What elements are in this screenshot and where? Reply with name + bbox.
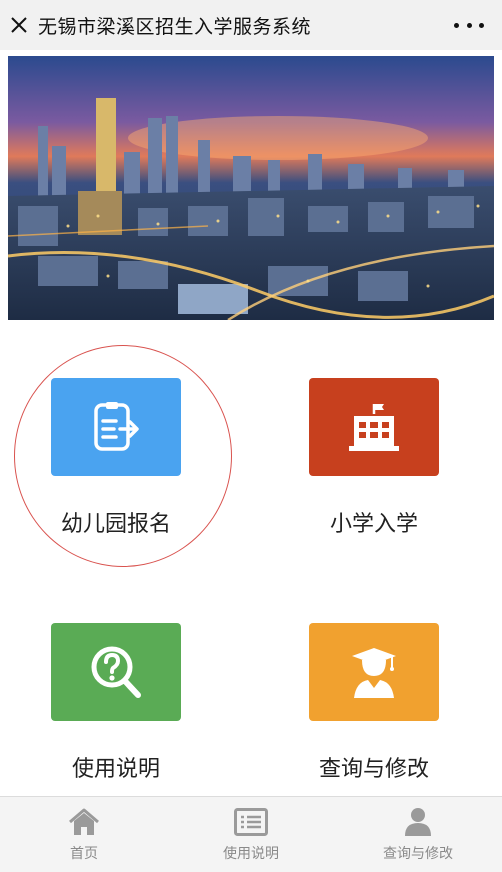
primary-school-enrollment-button[interactable] [309, 378, 439, 476]
usage-instructions-label: 使用说明 [71, 757, 160, 782]
more-dots-icon [454, 22, 459, 28]
kindergarten-registration-label: 幼儿园报名 [60, 512, 171, 537]
more-button[interactable] [454, 12, 484, 38]
tab-query-modify-label: 查询与修改 [383, 846, 453, 862]
close-button[interactable] [0, 0, 38, 50]
user-icon [404, 807, 432, 837]
school-building-icon [349, 404, 399, 451]
close-icon [11, 17, 27, 33]
tab-usage-instructions[interactable]: 使用说明 [167, 797, 335, 872]
usage-instructions-button[interactable] [51, 623, 181, 721]
query-modify-label: 查询与修改 [318, 757, 429, 782]
banner-image [8, 56, 494, 320]
question-magnifier-icon [91, 646, 141, 698]
list-icon [234, 807, 268, 837]
tab-home[interactable]: 首页 [0, 797, 168, 872]
graduate-icon [352, 648, 396, 698]
tab-usage-instructions-label: 使用说明 [223, 846, 279, 862]
form-arrow-icon [94, 402, 139, 451]
top-bar: 无锡市梁溪区招生入学服务系统 [0, 0, 502, 50]
tab-home-label: 首页 [70, 846, 98, 862]
query-modify-button[interactable] [309, 623, 439, 721]
tab-query-modify[interactable]: 查询与修改 [334, 797, 502, 872]
page-title: 无锡市梁溪区招生入学服务系统 [38, 15, 312, 38]
home-icon [68, 807, 100, 837]
primary-school-enrollment-label: 小学入学 [329, 512, 418, 537]
bottom-tab-bar: 首页 使用说明 查询与修改 [0, 796, 502, 872]
kindergarten-registration-button[interactable] [51, 378, 181, 476]
